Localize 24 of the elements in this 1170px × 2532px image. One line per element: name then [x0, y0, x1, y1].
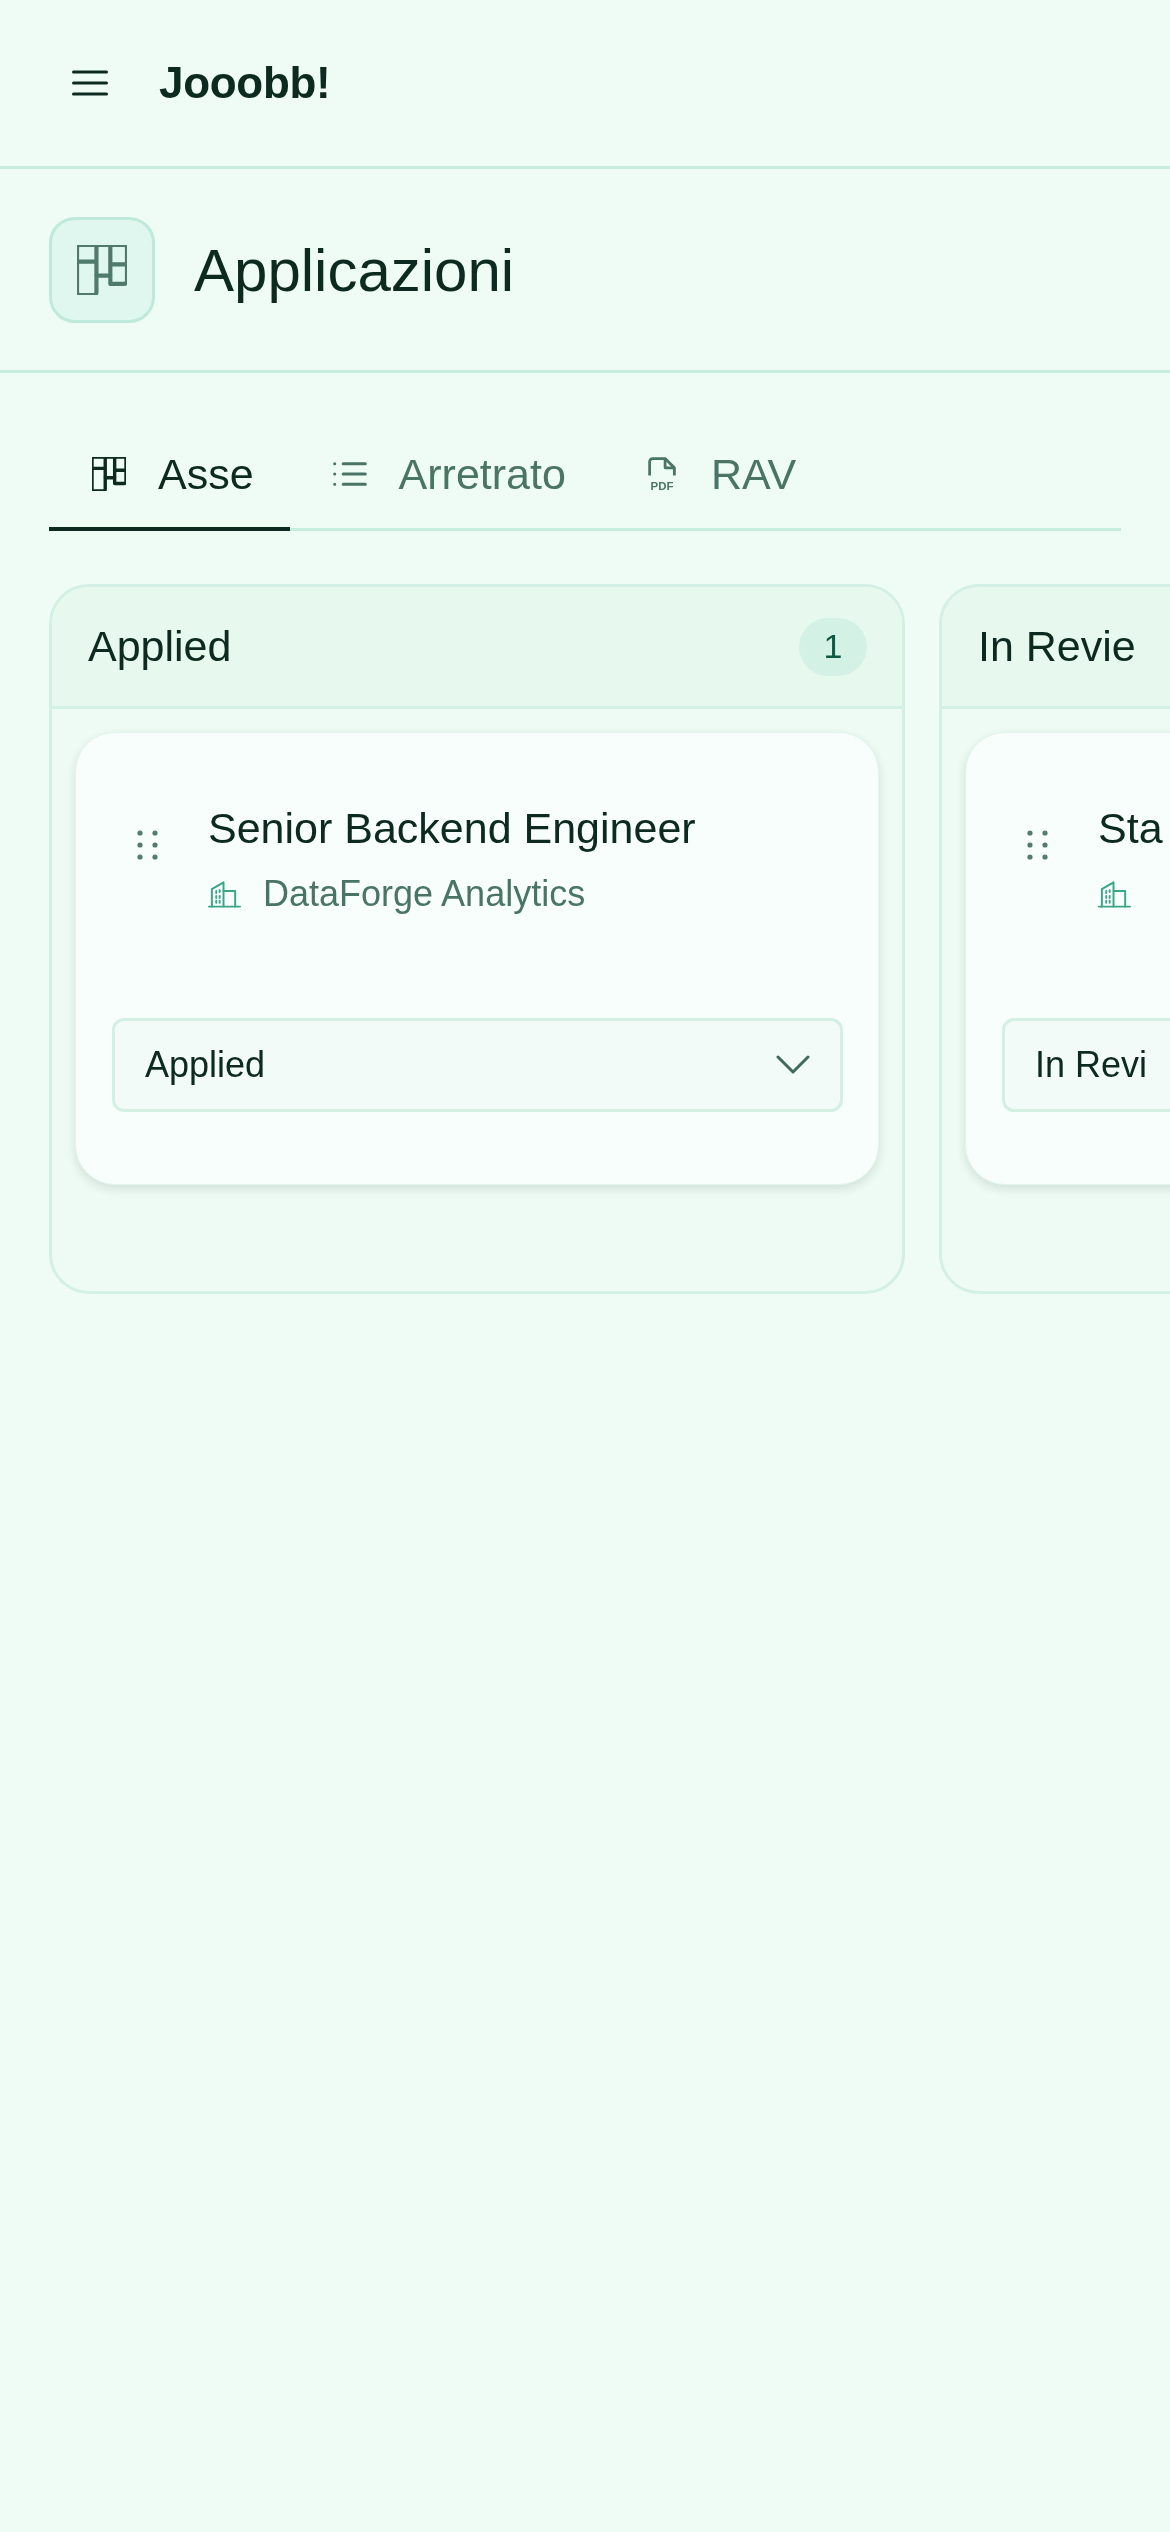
- job-title: Senior Backend Engineer: [208, 803, 696, 854]
- board-icon: [92, 457, 126, 491]
- job-title: Sta: [1098, 803, 1163, 854]
- drag-handle-icon[interactable]: [1027, 830, 1048, 860]
- company-name: DataForge Analytics: [263, 873, 586, 915]
- count-badge: 1: [799, 617, 867, 676]
- application-card[interactable]: Senior Backend Engineer DataForge Analytics Applied: [75, 732, 879, 1185]
- menu-icon: [72, 70, 108, 96]
- menu-button[interactable]: [72, 70, 108, 96]
- status-dropdown[interactable]: Applied: [112, 1018, 843, 1112]
- chevron-down-icon: [776, 1055, 810, 1075]
- status-dropdown[interactable]: In Revi: [1002, 1018, 1170, 1112]
- tab[interactable]: PDF RAV: [601, 421, 833, 531]
- column-title: In Revie: [978, 622, 1136, 671]
- building-icon: [1098, 879, 1131, 909]
- app-title: Jooobb!: [159, 58, 331, 108]
- tab[interactable]: Asse: [49, 421, 290, 531]
- tab[interactable]: Arretrato: [289, 421, 602, 531]
- drag-handle-icon[interactable]: [137, 830, 158, 860]
- application-card[interactable]: Sta In Revi: [965, 732, 1170, 1185]
- building-icon: [208, 879, 241, 909]
- column-title: Applied: [88, 622, 232, 671]
- board-icon: [49, 217, 155, 323]
- page-title: Applicazioni: [194, 235, 515, 305]
